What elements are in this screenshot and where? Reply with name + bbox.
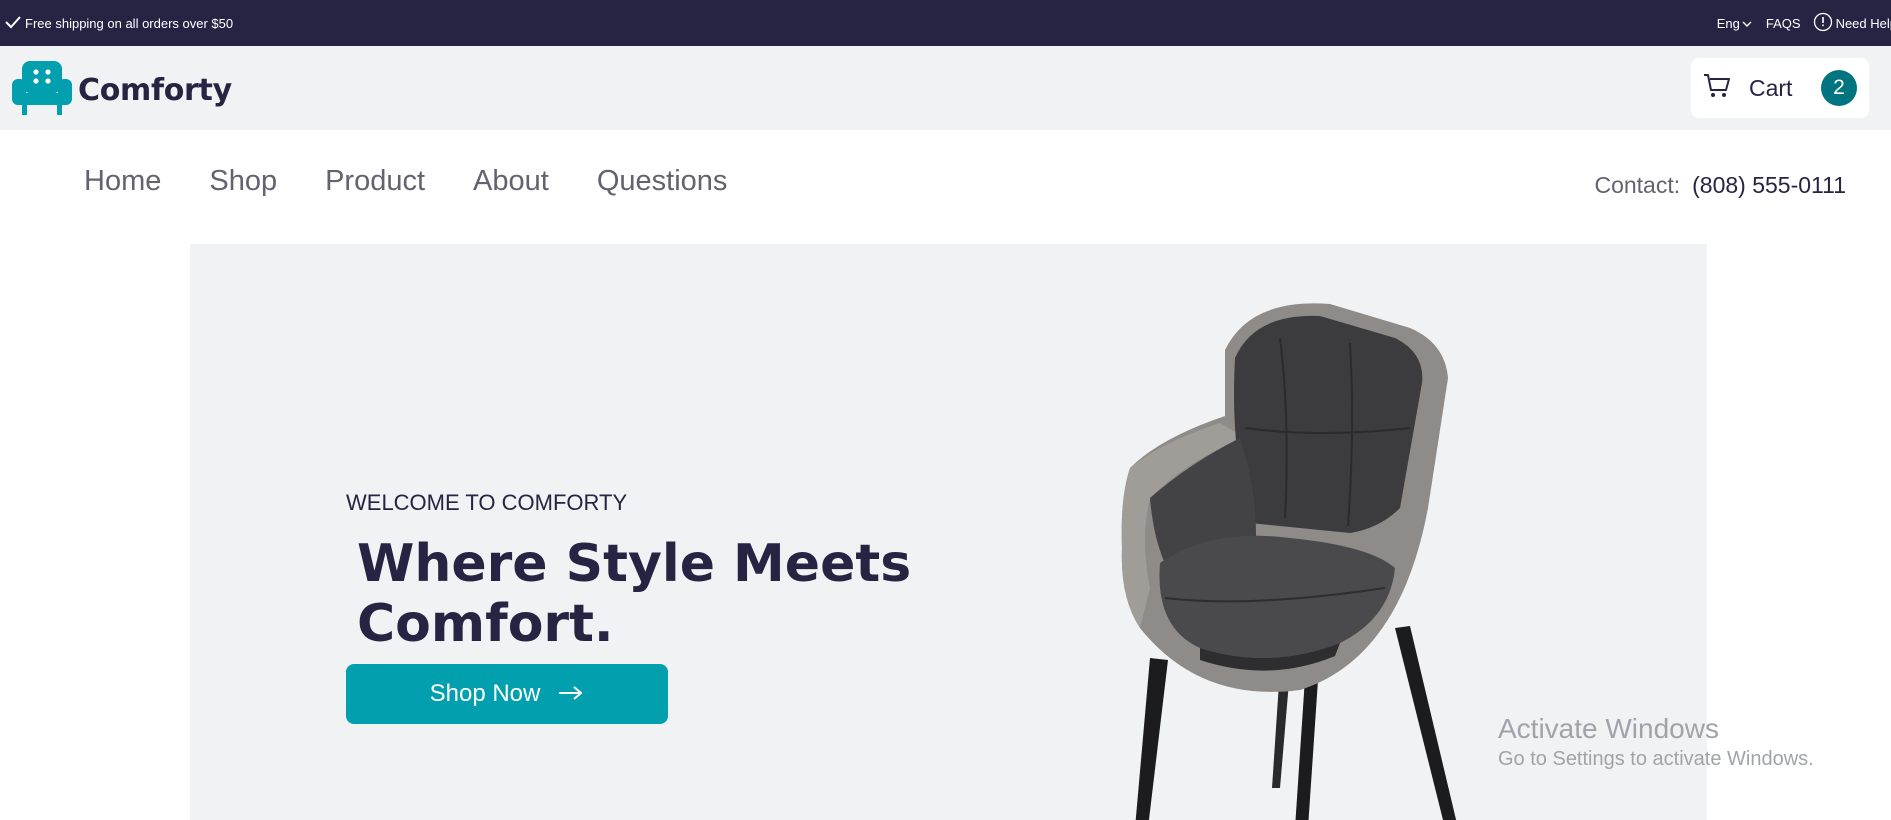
sofa-logo-icon: [12, 59, 72, 122]
chair-image: [1121, 303, 1457, 820]
hero-headline-line2: Comfort.: [357, 594, 614, 654]
hero-banner: WELCOME TO COMFORTY Where Style Meets Co…: [190, 244, 1707, 820]
brand-name: Comforty: [78, 73, 232, 108]
announcement-text: Free shipping on all orders over $50: [25, 15, 234, 31]
cart-icon: [1703, 73, 1731, 104]
cart-label: Cart: [1749, 74, 1793, 101]
contact-label: Contact:: [1594, 172, 1681, 198]
arrow-right-icon: [558, 680, 584, 708]
language-label: Eng: [1716, 15, 1740, 31]
nav-home[interactable]: Home: [84, 165, 161, 198]
cart-count-badge: 2: [1821, 70, 1857, 106]
hero-headline: Where Style Meets Comfort.: [357, 534, 911, 654]
contact-info: Contact: (808) 555-0111: [1594, 172, 1846, 199]
language-selector[interactable]: Eng: [1717, 16, 1752, 31]
watermark-title: Activate Windows: [1498, 713, 1719, 744]
contact-phone[interactable]: (808) 555-0111: [1692, 172, 1846, 199]
hero-headline-line1: Where Style Meets: [357, 534, 912, 594]
check-icon: [4, 14, 22, 33]
site-header: Comforty Cart 2: [0, 46, 1891, 130]
need-help-link[interactable]: Need Help: [1813, 12, 1891, 35]
hero-eyebrow: WELCOME TO COMFORTY: [346, 490, 628, 515]
need-help-label: Need Help: [1835, 15, 1891, 31]
nav-about[interactable]: About: [473, 165, 549, 198]
chevron-down-icon: [1742, 16, 1752, 31]
cart-button[interactable]: Cart 2: [1691, 58, 1869, 118]
nav-shop[interactable]: Shop: [209, 165, 277, 198]
main-nav: Home Shop Product About Questions: [84, 165, 727, 198]
faqs-link[interactable]: FAQS: [1766, 16, 1801, 31]
nav-questions[interactable]: Questions: [597, 165, 728, 198]
brand-logo[interactable]: Comforty: [12, 59, 232, 122]
info-icon: [1813, 12, 1833, 35]
announcement-bar: Free shipping on all orders over $50 Eng…: [0, 0, 1891, 46]
nav-product[interactable]: Product: [325, 165, 425, 198]
shop-now-button[interactable]: Shop Now: [346, 664, 668, 724]
watermark-subtitle: Go to Settings to activate Windows.: [1498, 748, 1814, 770]
announcement: Free shipping on all orders over $50: [4, 0, 233, 46]
windows-activation-watermark: Activate Windows Go to Settings to activ…: [1498, 712, 1814, 772]
shop-now-label: Shop Now: [429, 680, 541, 707]
